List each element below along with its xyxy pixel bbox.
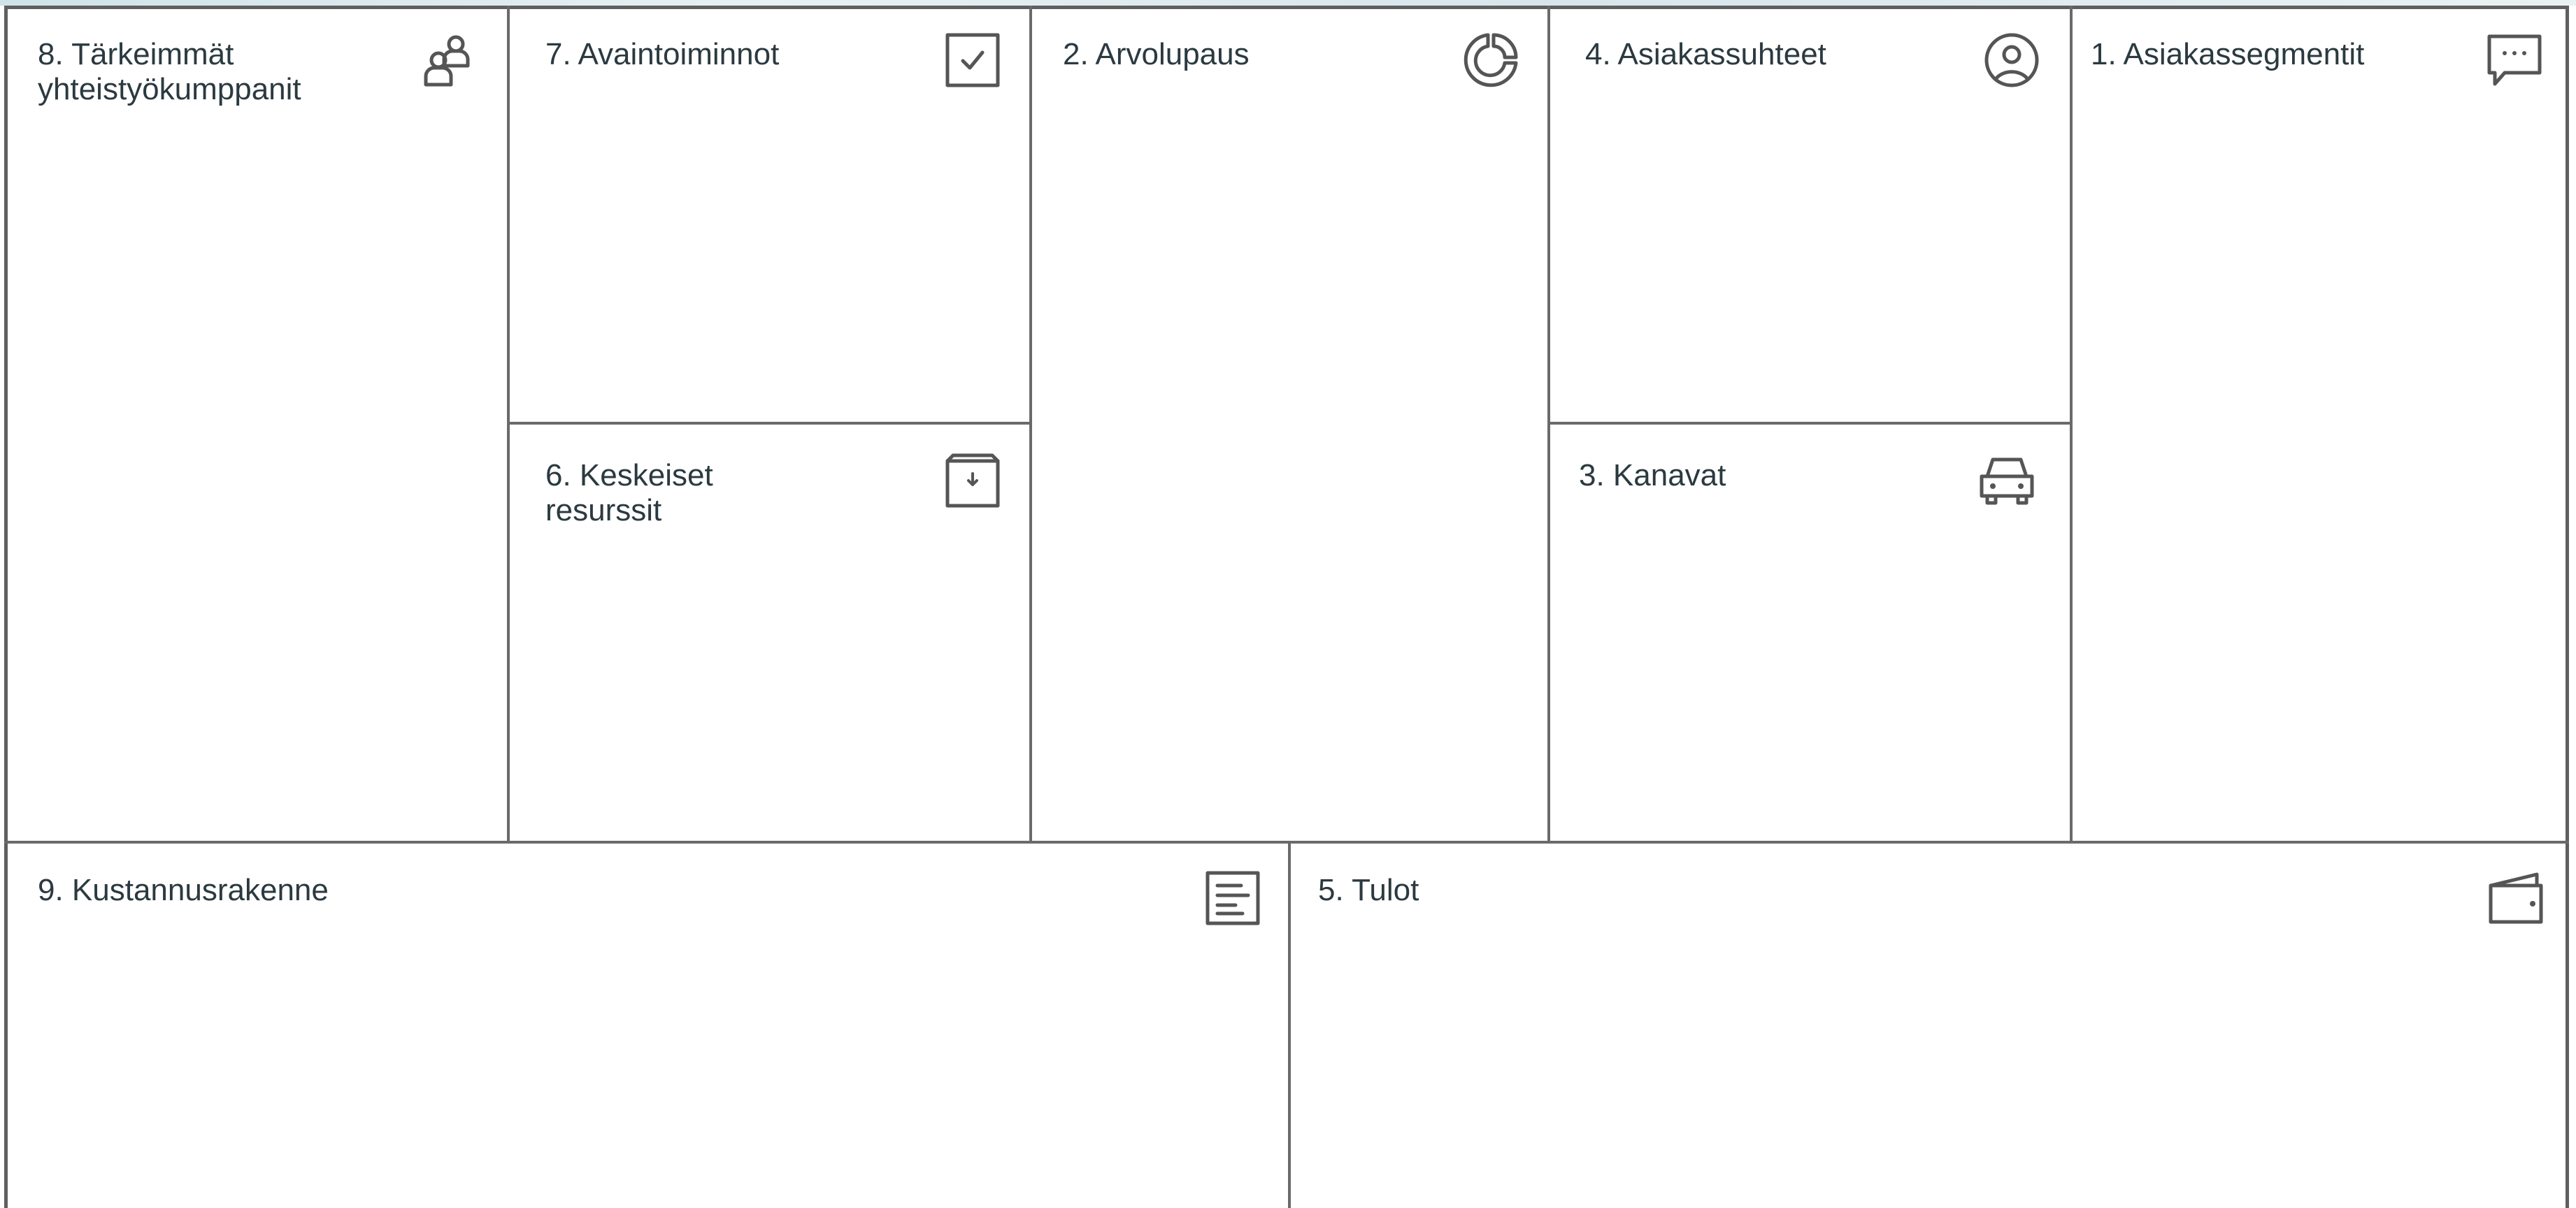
document-lines-icon (1203, 869, 1262, 928)
pie-chart-icon (1461, 31, 1520, 90)
business-model-canvas: 8. Tärkeimmät yhteistyökumppanit 7. Avai… (0, 0, 2576, 1208)
block-title-channels: 3. Kanavat (1579, 458, 1726, 492)
archive-box-icon (943, 451, 1002, 510)
block-cost-structure[interactable]: 9. Kustannusrakenne (8, 844, 1288, 1208)
user-circle-icon (1982, 31, 2041, 90)
block-title-key-activities: 7. Avaintoiminnot (545, 37, 780, 71)
block-title-customer-relationships: 4. Asiakassuhteet (1585, 37, 1826, 71)
car-icon (1977, 451, 2036, 510)
block-customer-segments[interactable]: 1. Asiakassegmentit (2073, 9, 2566, 841)
block-title-key-resources: 6. Keskeiset resurssit (545, 458, 713, 527)
chat-bubble-icon (2485, 31, 2544, 90)
top-decoration-strip (0, 0, 2576, 6)
block-channels[interactable]: 3. Kanavat (1550, 425, 2070, 841)
block-revenue-streams[interactable]: 5. Tulot (1291, 844, 2566, 1208)
block-value-proposition[interactable]: 2. Arvolupaus (1032, 9, 1547, 841)
block-customer-relationships[interactable]: 4. Asiakassuhteet (1550, 9, 2070, 422)
block-key-partners[interactable]: 8. Tärkeimmät yhteistyökumppanit (8, 9, 507, 841)
block-title-revenue-streams: 5. Tulot (1318, 873, 1419, 907)
block-title-cost-structure: 9. Kustannusrakenne (38, 873, 329, 907)
partners-icon (417, 31, 476, 90)
block-key-activities[interactable]: 7. Avaintoiminnot (510, 9, 1029, 422)
checkbox-icon (943, 31, 1002, 90)
block-title-value-proposition: 2. Arvolupaus (1063, 37, 1250, 71)
block-key-resources[interactable]: 6. Keskeiset resurssit (510, 425, 1029, 841)
block-title-key-partners: 8. Tärkeimmät yhteistyökumppanit (38, 37, 301, 106)
block-title-customer-segments: 1. Asiakassegmentit (2091, 37, 2365, 71)
wallet-icon (2486, 869, 2545, 928)
